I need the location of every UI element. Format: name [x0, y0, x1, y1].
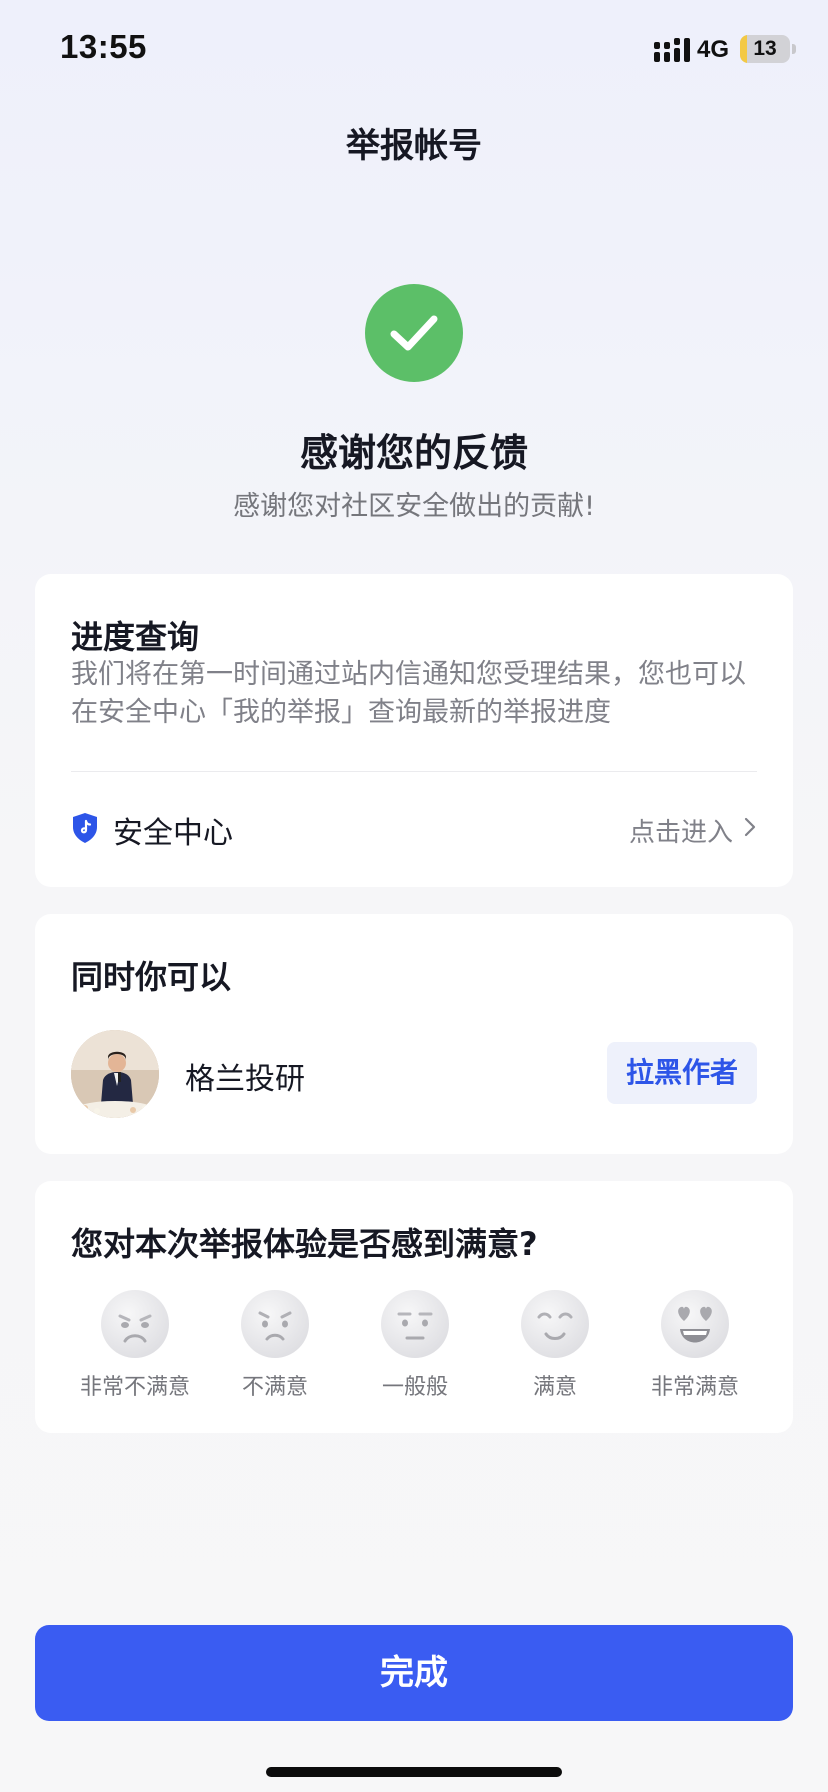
battery-percent: 13	[753, 37, 777, 60]
avatar	[71, 1030, 159, 1118]
progress-title: 进度查询	[71, 618, 200, 656]
rating-option-very-satisfied[interactable]: 非常满意	[625, 1289, 765, 1400]
home-indicator	[266, 1767, 562, 1777]
neutral-face-icon	[381, 1290, 449, 1358]
security-center-label: 安全中心	[113, 816, 233, 851]
check-circle-icon	[365, 284, 463, 382]
rating-card: 您对本次举报体验是否感到满意? 非常不满意 不满意 一般般 满意 非常满意	[35, 1181, 793, 1433]
block-author-button[interactable]: 拉黑作者	[607, 1042, 757, 1104]
enter-link[interactable]: 点击进入	[629, 812, 733, 849]
shield-icon	[73, 813, 97, 843]
network-type: 4G	[697, 36, 730, 63]
battery-tip	[792, 44, 796, 54]
also-card: 同时你可以 格兰投研 拉黑作者	[35, 914, 793, 1154]
status-bar: 13:55 4G 13	[0, 0, 828, 100]
divider	[71, 771, 757, 772]
rating-option-unsatisfied[interactable]: 不满意	[205, 1289, 345, 1400]
rating-label: 非常不满意	[79, 1375, 190, 1400]
rating-title: 您对本次举报体验是否感到满意?	[71, 1225, 538, 1263]
rating-options: 非常不满意 不满意 一般般 满意 非常满意	[35, 1289, 793, 1400]
status-time: 13:55	[60, 28, 147, 65]
page-title: 举报帐号	[346, 126, 482, 166]
avatar-photo	[71, 1030, 159, 1118]
unsatisfied-face-icon	[241, 1290, 309, 1358]
checkmark-icon	[390, 315, 438, 351]
result-subtitle: 感谢您对社区安全做出的贡献!	[233, 491, 595, 522]
satisfied-face-icon	[521, 1290, 589, 1358]
rating-option-satisfied[interactable]: 满意	[485, 1289, 625, 1400]
rating-label: 非常满意	[650, 1375, 739, 1400]
rating-label: 不满意	[241, 1375, 308, 1400]
progress-card: 进度查询 我们将在第一时间通过站内信通知您受理结果，您也可以在安全中心「我的举报…	[35, 574, 793, 887]
result-title: 感谢您的反馈	[299, 431, 528, 475]
rating-label: 满意	[532, 1375, 577, 1400]
very-unsatisfied-face-icon	[101, 1290, 169, 1358]
done-button[interactable]: 完成	[35, 1625, 793, 1721]
signal-icon	[654, 38, 690, 62]
rating-label: 一般般	[381, 1375, 448, 1400]
rating-option-neutral[interactable]: 一般般	[345, 1289, 485, 1400]
also-title: 同时你可以	[71, 958, 232, 996]
author-name: 格兰投研	[185, 1062, 305, 1097]
very-satisfied-face-icon	[661, 1290, 729, 1358]
battery-icon: 13	[740, 35, 790, 63]
progress-description: 我们将在第一时间通过站内信通知您受理结果，您也可以在安全中心「我的举报」查询最新…	[71, 659, 746, 728]
chevron-right-icon	[744, 817, 756, 837]
rating-option-very-unsatisfied[interactable]: 非常不满意	[65, 1289, 205, 1400]
